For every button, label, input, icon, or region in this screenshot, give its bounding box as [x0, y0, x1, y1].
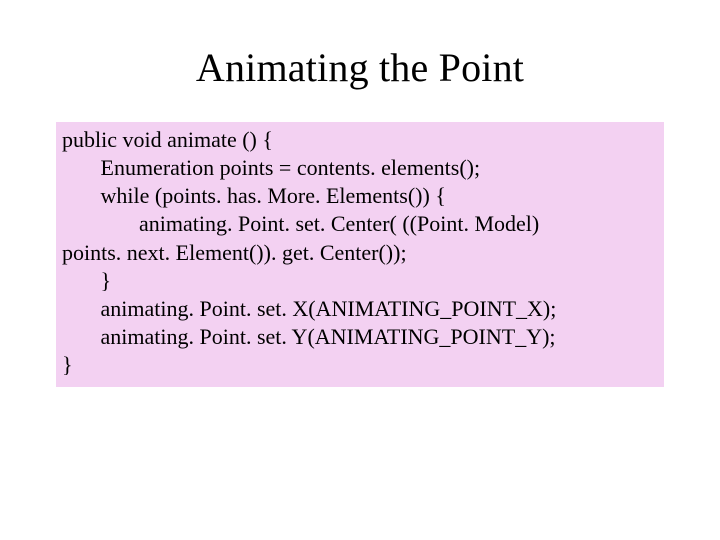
slide-title: Animating the Point: [0, 44, 720, 91]
slide: Animating the Point public void animate …: [0, 0, 720, 540]
code-line: animating. Point. set. Y(ANIMATING_POINT…: [62, 323, 658, 351]
code-line: animating. Point. set. Center( ((Point. …: [62, 210, 658, 238]
code-line: points. next. Element()). get. Center())…: [62, 239, 658, 267]
code-line: }: [62, 351, 658, 379]
code-block: public void animate () { Enumeration poi…: [56, 122, 664, 387]
code-line: }: [62, 267, 658, 295]
code-line: while (points. has. More. Elements()) {: [62, 182, 658, 210]
code-line: public void animate () {: [62, 126, 658, 154]
code-line: Enumeration points = contents. elements(…: [62, 154, 658, 182]
code-line: animating. Point. set. X(ANIMATING_POINT…: [62, 295, 658, 323]
